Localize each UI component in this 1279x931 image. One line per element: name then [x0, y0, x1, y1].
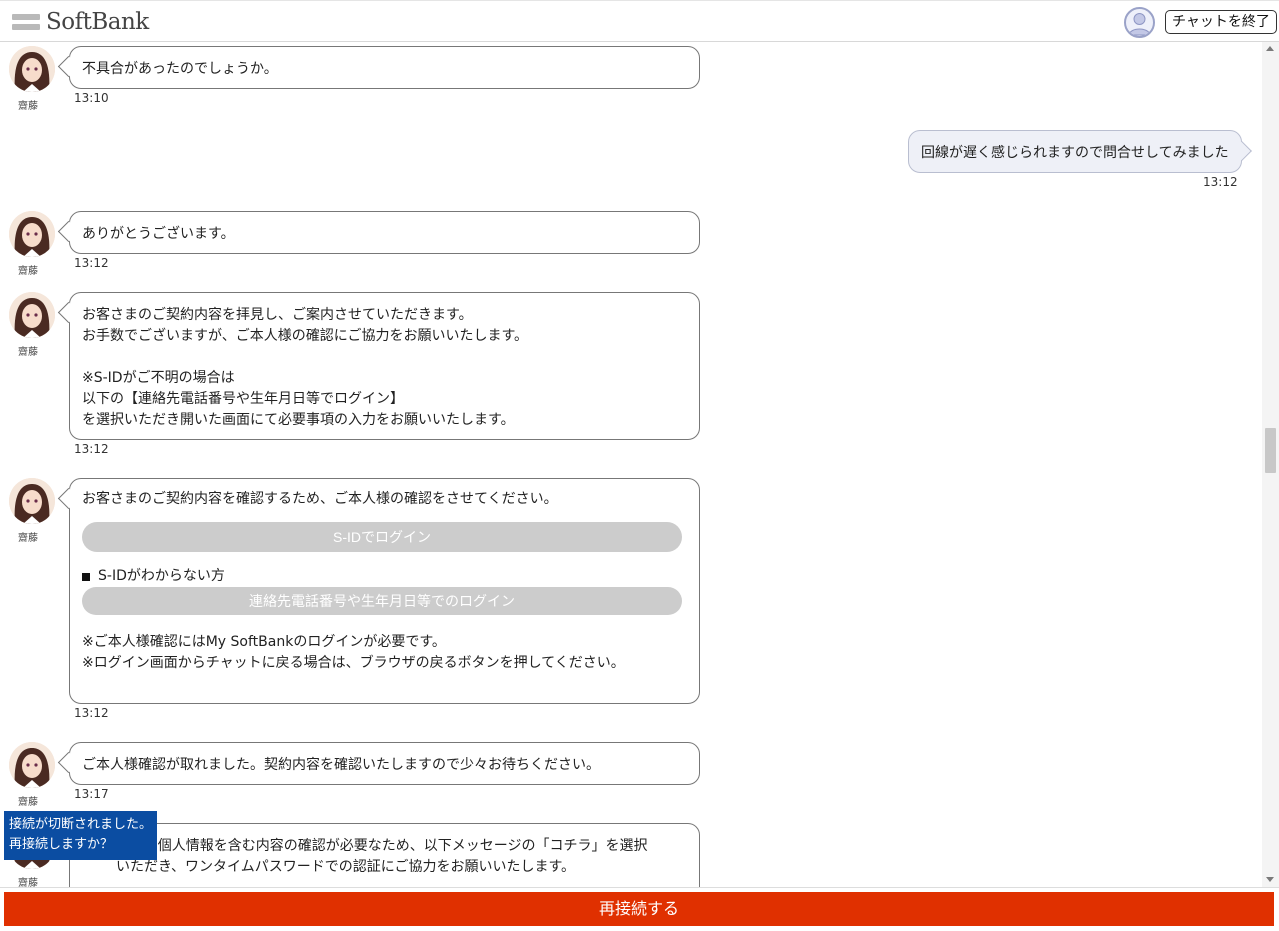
message-time: 13:12	[74, 706, 109, 720]
login-intro-text: お客さまのご契約内容を確認するため、ご本人様の確認をさせてください。	[82, 491, 558, 507]
chat-scrollbar[interactable]	[1262, 42, 1279, 887]
message-bubble: すが、個人情報を含む内容の確認が必要なため、以下メッセージの「コチラ」を選択 い…	[69, 823, 700, 887]
user-avatar-icon	[1124, 7, 1155, 38]
reconnect-button[interactable]: 再接続する	[4, 892, 1274, 926]
notice-line-1: 接続が切断されました。	[9, 817, 153, 832]
alt-login-button[interactable]: 連絡先電話番号や生年月日等でのログイン	[82, 587, 682, 615]
message-time: 13:12	[74, 256, 109, 270]
message-time: 13:12	[1203, 175, 1238, 189]
scroll-up-arrow-icon[interactable]	[1266, 46, 1274, 51]
agent-name: 齋藤	[18, 347, 38, 358]
scroll-down-arrow-icon[interactable]	[1266, 877, 1274, 882]
logo-text: SoftBank	[46, 9, 149, 35]
login-message-bubble: お客さまのご契約内容を確認するため、ご本人様の確認をさせてください。 S-IDで…	[69, 478, 700, 704]
user-message-bubble: 回線が遅く感じられますので問合せしてみました	[908, 130, 1242, 173]
message-text: 不具合があったのでしょうか。	[82, 61, 278, 77]
agent-name: 齋藤	[18, 533, 38, 544]
message-text: 回線が遅く感じられますので問合せしてみました	[921, 145, 1229, 161]
square-bullet-icon	[82, 572, 90, 581]
softbank-logo-icon	[12, 12, 40, 32]
message-time: 13:10	[74, 91, 109, 105]
agent-name: 齋藤	[18, 797, 38, 808]
agent-avatar	[9, 742, 55, 788]
notice-line-2: 再接続しますか？	[9, 837, 114, 852]
message-bubble: 不具合があったのでしょうか。	[69, 46, 700, 89]
disconnected-notice: 接続が切断されました。 再接続しますか？	[4, 811, 157, 860]
scroll-thumb[interactable]	[1265, 428, 1276, 473]
message-bubble: ご本人様確認が取れました。契約内容を確認いたしますので少々お待ちください。	[69, 742, 700, 785]
agent-avatar	[9, 46, 55, 92]
sid-unknown-text: S-IDがわからない方	[98, 568, 225, 584]
sid-unknown-label: S-IDがわからない方	[82, 566, 687, 587]
agent-name: 齋藤	[18, 878, 38, 887]
agent-name: 齋藤	[18, 101, 38, 112]
reconnect-bar: 再接続する	[0, 887, 1279, 931]
agent-avatar	[9, 292, 55, 338]
message-time: 13:17	[74, 787, 109, 801]
agent-avatar	[9, 478, 55, 524]
login-note-text: ※ご本人様確認にはMy SoftBankのログインが必要です。 ※ログイン画面か…	[82, 634, 625, 671]
agent-name: 齋藤	[18, 266, 38, 277]
agent-avatar	[9, 211, 55, 257]
message-text: すが、個人情報を含む内容の確認が必要なため、以下メッセージの「コチラ」を選択 い…	[116, 838, 648, 875]
message-text: ご本人様確認が取れました。契約内容を確認いたしますので少々お待ちください。	[82, 757, 600, 773]
message-bubble: お客さまのご契約内容を拝見し、ご案内させていただきます。 お手数でございますが、…	[69, 292, 700, 440]
chat-log[interactable]: 齋藤 不具合があったのでしょうか。 13:10 回線が遅く感じられますので問合せ…	[0, 42, 1262, 887]
end-chat-button[interactable]: チャットを終了	[1165, 10, 1277, 34]
message-time: 13:12	[74, 442, 109, 456]
header: SoftBank チャットを終了	[0, 0, 1279, 42]
message-text: お客さまのご契約内容を拝見し、ご案内させていただきます。 お手数でございますが、…	[82, 307, 529, 428]
message-text: ありがとうございます。	[82, 226, 235, 242]
softbank-logo: SoftBank	[12, 9, 149, 35]
message-bubble: ありがとうございます。	[69, 211, 700, 254]
sid-login-button[interactable]: S-IDでログイン	[82, 522, 682, 552]
